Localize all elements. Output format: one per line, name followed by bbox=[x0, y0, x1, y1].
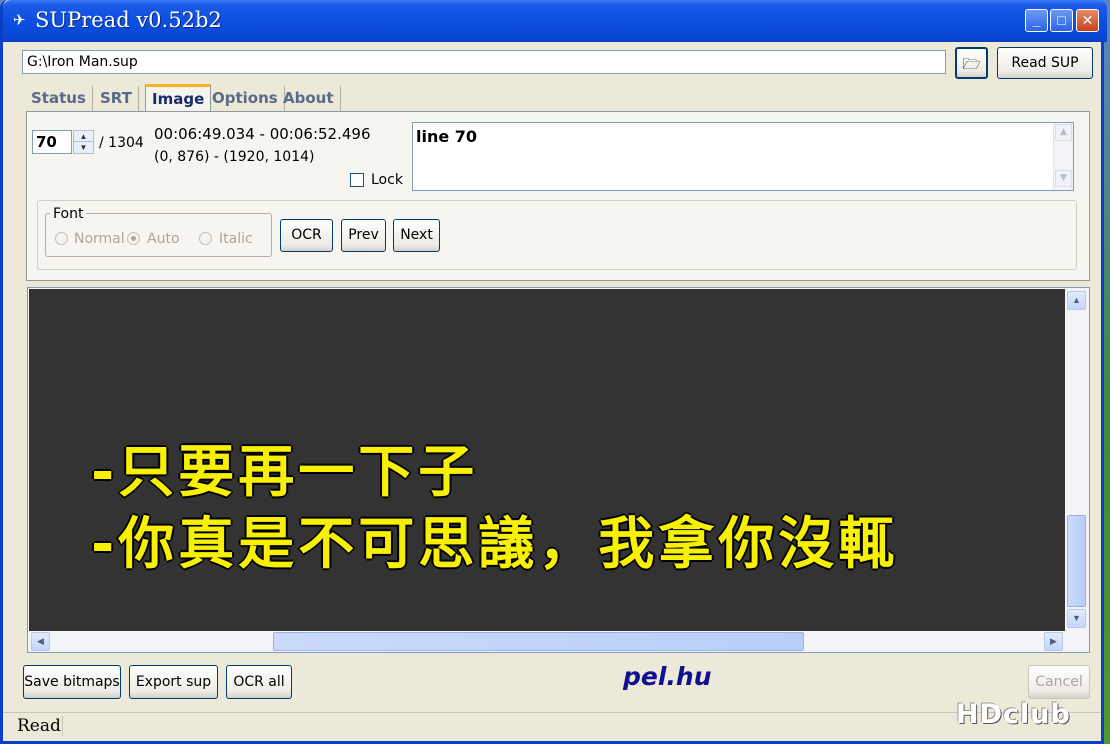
scroll-right-icon[interactable]: ▶ bbox=[1044, 632, 1063, 651]
subtitle-text-area[interactable]: line 70 ▲ ▼ bbox=[412, 122, 1074, 191]
text-scrollbar[interactable]: ▲ ▼ bbox=[1053, 123, 1073, 190]
lock-label: Lock bbox=[371, 172, 403, 188]
window-title: SUPread v0.52b2 bbox=[35, 8, 222, 32]
minimize-button[interactable]: _ bbox=[1025, 9, 1048, 32]
app-icon: ✈ bbox=[13, 12, 26, 29]
image-coords: (0, 876) - (1920, 1014) bbox=[154, 149, 315, 165]
font-normal-label: Normal bbox=[74, 231, 125, 247]
scroll-up-icon[interactable]: ▲ bbox=[1067, 291, 1086, 310]
horizontal-scroll-thumb[interactable] bbox=[273, 632, 804, 651]
save-bitmaps-button[interactable]: Save bitmaps bbox=[23, 665, 121, 699]
subtitle-text: line 70 bbox=[416, 127, 478, 146]
maximize-button[interactable]: □ bbox=[1050, 9, 1073, 32]
font-italic-radio[interactable] bbox=[199, 232, 212, 245]
font-italic-label: Italic bbox=[219, 231, 253, 247]
ocr-button[interactable]: OCR bbox=[280, 219, 333, 252]
horizontal-scrollbar[interactable]: ◀ ▶ bbox=[29, 631, 1065, 652]
tab-about[interactable]: About bbox=[277, 86, 341, 112]
tab-image[interactable]: Image bbox=[145, 84, 212, 112]
prev-button[interactable]: Prev bbox=[341, 219, 386, 252]
font-normal-radio[interactable] bbox=[55, 232, 68, 245]
tab-srt[interactable]: SRT bbox=[94, 86, 139, 112]
browse-button[interactable]: 🗁 bbox=[955, 47, 988, 79]
file-path-input[interactable]: G:\Iron Man.sup bbox=[22, 50, 946, 74]
index-spinner[interactable]: ▲ ▼ bbox=[73, 130, 94, 154]
font-auto-label: Auto bbox=[147, 231, 180, 247]
font-auto-radio[interactable] bbox=[127, 232, 140, 245]
vertical-scroll-thumb[interactable] bbox=[1067, 515, 1086, 607]
status-bar: Read bbox=[3, 712, 1101, 738]
font-group-legend: Font bbox=[50, 206, 87, 222]
ocr-all-button[interactable]: OCR all bbox=[226, 665, 292, 699]
title-bar[interactable]: ✈ SUPread v0.52b2 _ □ ✕ bbox=[3, 0, 1107, 42]
subtitle-bitmap-line-1: -只要再一下子 bbox=[91, 440, 479, 505]
brand-label: pel.hu bbox=[623, 662, 712, 691]
read-sup-button[interactable]: Read SUP bbox=[997, 47, 1093, 79]
watermark-logo: HDclub bbox=[956, 699, 1071, 730]
subtitle-bitmap-line-2: -你真是不可思議，我拿你沒輒 bbox=[91, 512, 899, 577]
cancel-button[interactable]: Cancel bbox=[1028, 665, 1090, 699]
tab-status[interactable]: Status bbox=[25, 86, 93, 112]
scroll-down-icon[interactable]: ▼ bbox=[1055, 170, 1072, 187]
subtitle-index-input[interactable]: 70 bbox=[32, 130, 72, 154]
status-text: Read bbox=[17, 716, 63, 736]
subtitle-total: / 1304 bbox=[99, 135, 144, 151]
subtitle-image-view: -只要再一下子 -你真是不可思議，我拿你沒輒 ▲ ▼ ◀ ▶ bbox=[27, 287, 1090, 653]
scroll-up-icon[interactable]: ▲ bbox=[1055, 124, 1072, 141]
spin-up-icon[interactable]: ▲ bbox=[74, 131, 93, 142]
spin-down-icon[interactable]: ▼ bbox=[74, 142, 93, 153]
close-button[interactable]: ✕ bbox=[1076, 9, 1099, 32]
app-window: ✈ SUPread v0.52b2 _ □ ✕ G:\Iron Man.sup … bbox=[0, 0, 1107, 744]
vertical-scrollbar[interactable]: ▲ ▼ bbox=[1065, 289, 1089, 631]
scroll-down-icon[interactable]: ▼ bbox=[1067, 609, 1086, 628]
subtitle-bitmap: -只要再一下子 -你真是不可思議，我拿你沒輒 bbox=[29, 289, 1065, 631]
folder-icon: 🗁 bbox=[962, 55, 981, 73]
lock-checkbox[interactable] bbox=[350, 173, 364, 187]
time-range: 00:06:49.034 - 00:06:52.496 bbox=[154, 125, 371, 143]
next-button[interactable]: Next bbox=[393, 219, 440, 252]
export-sup-button[interactable]: Export sup bbox=[129, 665, 218, 699]
tab-options[interactable]: Options bbox=[206, 86, 285, 112]
scroll-left-icon[interactable]: ◀ bbox=[31, 632, 50, 651]
